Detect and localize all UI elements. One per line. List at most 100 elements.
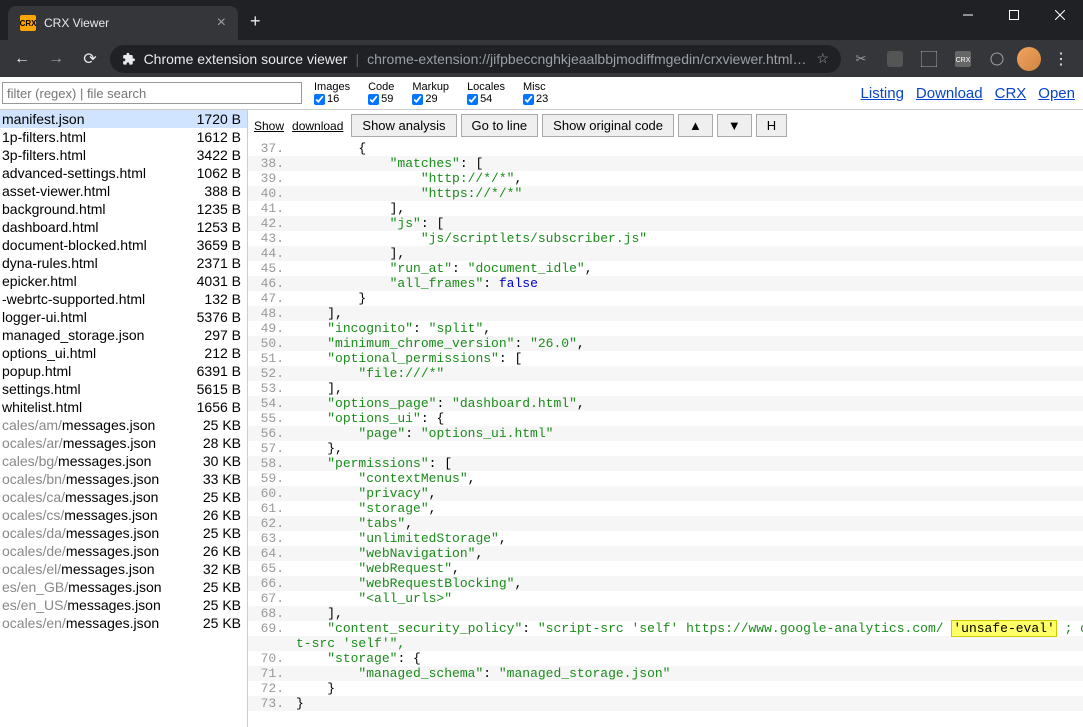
h-button[interactable]: H bbox=[756, 114, 787, 137]
browser-menu-button[interactable]: ⋮ bbox=[1047, 49, 1075, 69]
line-number: 63. bbox=[248, 531, 292, 546]
file-name: document-blocked.html bbox=[2, 237, 147, 253]
omnibox[interactable]: Chrome extension source viewer | chrome-… bbox=[110, 45, 841, 73]
file-list[interactable]: manifest.json1720 B1p-filters.html1612 B… bbox=[0, 110, 248, 727]
file-size: 5376 B bbox=[197, 309, 241, 325]
file-row[interactable]: asset-viewer.html388 B bbox=[0, 182, 247, 200]
line-number: 49. bbox=[248, 321, 292, 336]
file-name: cales/am/messages.json bbox=[2, 417, 155, 433]
extension-button-5[interactable] bbox=[983, 45, 1011, 73]
file-row[interactable]: ocales/cs/messages.json26 KB bbox=[0, 506, 247, 524]
profile-avatar[interactable] bbox=[1017, 47, 1041, 71]
show-original-button[interactable]: Show original code bbox=[542, 114, 674, 137]
code-content: "https://*/*" bbox=[292, 186, 522, 201]
line-number: 52. bbox=[248, 366, 292, 381]
close-tab-icon[interactable]: × bbox=[217, 14, 226, 32]
listing-link[interactable]: Listing bbox=[861, 85, 904, 102]
show-link[interactable]: Show bbox=[254, 119, 284, 133]
download-file-link[interactable]: download bbox=[292, 119, 343, 133]
browser-toolbar: ← → ⟳ Chrome extension source viewer | c… bbox=[0, 40, 1083, 77]
file-row[interactable]: whitelist.html1656 B bbox=[0, 398, 247, 416]
file-row[interactable]: 1p-filters.html1612 B bbox=[0, 128, 247, 146]
file-row[interactable]: ocales/de/messages.json26 KB bbox=[0, 542, 247, 560]
file-name: es/en_GB/messages.json bbox=[2, 579, 162, 595]
checkbox-code[interactable] bbox=[368, 94, 379, 105]
file-size: 297 B bbox=[204, 327, 241, 343]
file-row[interactable]: cales/bg/messages.json30 KB bbox=[0, 452, 247, 470]
code-line: 56. "page": "options_ui.html" bbox=[248, 426, 1083, 441]
file-row[interactable]: ocales/en/messages.json25 KB bbox=[0, 614, 247, 632]
code-line: 60. "privacy", bbox=[248, 486, 1083, 501]
file-row[interactable]: -webrtc-supported.html132 B bbox=[0, 290, 247, 308]
extension-button-2[interactable] bbox=[881, 45, 909, 73]
extension-button-1[interactable]: ✂ bbox=[847, 45, 875, 73]
back-button[interactable]: ← bbox=[8, 45, 36, 73]
file-size: 33 KB bbox=[203, 471, 241, 487]
code-area[interactable]: 37. {38. "matches": [39. "http://*/*",40… bbox=[248, 141, 1083, 727]
file-row[interactable]: epicker.html4031 B bbox=[0, 272, 247, 290]
file-name: manifest.json bbox=[2, 111, 84, 127]
omnibox-title: Chrome extension source viewer bbox=[144, 51, 348, 67]
file-size: 1062 B bbox=[197, 165, 241, 181]
checkbox-markup[interactable] bbox=[412, 94, 423, 105]
checkbox-locales[interactable] bbox=[467, 94, 478, 105]
browser-tab[interactable]: CRX CRX Viewer × bbox=[8, 6, 238, 40]
file-row[interactable]: es/en_GB/messages.json25 KB bbox=[0, 578, 247, 596]
file-name: ocales/da/messages.json bbox=[2, 525, 159, 541]
search-input[interactable] bbox=[2, 82, 302, 104]
file-size: 388 B bbox=[204, 183, 241, 199]
line-number: 41. bbox=[248, 201, 292, 216]
file-row[interactable]: background.html1235 B bbox=[0, 200, 247, 218]
line-number: 54. bbox=[248, 396, 292, 411]
download-link[interactable]: Download bbox=[916, 85, 983, 102]
file-row[interactable]: ocales/ca/messages.json25 KB bbox=[0, 488, 247, 506]
file-row[interactable]: popup.html6391 B bbox=[0, 362, 247, 380]
file-row[interactable]: cales/am/messages.json25 KB bbox=[0, 416, 247, 434]
checkbox-images[interactable] bbox=[314, 94, 325, 105]
code-line: 69. "content_security_policy": "script-s… bbox=[248, 621, 1083, 636]
file-row[interactable]: document-blocked.html3659 B bbox=[0, 236, 247, 254]
code-content: "all_frames": false bbox=[292, 276, 538, 291]
close-window-button[interactable] bbox=[1037, 0, 1083, 30]
file-row[interactable]: logger-ui.html5376 B bbox=[0, 308, 247, 326]
count-misc: Misc 23 bbox=[523, 81, 548, 105]
file-row[interactable]: options_ui.html212 B bbox=[0, 344, 247, 362]
code-line: 52. "file:///*" bbox=[248, 366, 1083, 381]
code-line: 68. ], bbox=[248, 606, 1083, 621]
star-icon[interactable]: ☆ bbox=[816, 50, 829, 67]
file-row[interactable]: settings.html5615 B bbox=[0, 380, 247, 398]
line-number: 42. bbox=[248, 216, 292, 231]
file-row[interactable]: es/en_US/messages.json25 KB bbox=[0, 596, 247, 614]
code-line: 45. "run_at": "document_idle", bbox=[248, 261, 1083, 276]
minimize-button[interactable] bbox=[945, 0, 991, 30]
open-link[interactable]: Open bbox=[1038, 85, 1075, 102]
extension-button-3[interactable] bbox=[915, 45, 943, 73]
new-tab-button[interactable]: + bbox=[250, 11, 261, 32]
scroll-down-button[interactable]: ▼ bbox=[717, 114, 752, 137]
file-row[interactable]: manifest.json1720 B bbox=[0, 110, 247, 128]
extension-button-4[interactable]: CRX bbox=[949, 45, 977, 73]
file-row[interactable]: ocales/ar/messages.json28 KB bbox=[0, 434, 247, 452]
code-line: 47. } bbox=[248, 291, 1083, 306]
file-row[interactable]: dashboard.html1253 B bbox=[0, 218, 247, 236]
file-row[interactable]: managed_storage.json297 B bbox=[0, 326, 247, 344]
maximize-button[interactable] bbox=[991, 0, 1037, 30]
file-name: dashboard.html bbox=[2, 219, 99, 235]
reload-button[interactable]: ⟳ bbox=[76, 45, 104, 73]
file-row[interactable]: ocales/da/messages.json25 KB bbox=[0, 524, 247, 542]
file-row[interactable]: dyna-rules.html2371 B bbox=[0, 254, 247, 272]
file-row[interactable]: ocales/el/messages.json32 KB bbox=[0, 560, 247, 578]
file-size: 1656 B bbox=[197, 399, 241, 415]
scroll-up-button[interactable]: ▲ bbox=[678, 114, 713, 137]
checkbox-misc[interactable] bbox=[523, 94, 534, 105]
file-row[interactable]: advanced-settings.html1062 B bbox=[0, 164, 247, 182]
go-to-line-button[interactable]: Go to line bbox=[461, 114, 539, 137]
crx-link[interactable]: CRX bbox=[995, 85, 1027, 102]
forward-button[interactable]: → bbox=[42, 45, 70, 73]
code-content: "page": "options_ui.html" bbox=[292, 426, 553, 441]
file-row[interactable]: 3p-filters.html3422 B bbox=[0, 146, 247, 164]
show-analysis-button[interactable]: Show analysis bbox=[351, 114, 456, 137]
top-panel: Images 16 Code 59 Markup 29 Locales 54 M… bbox=[0, 77, 1083, 110]
file-row[interactable]: ocales/bn/messages.json33 KB bbox=[0, 470, 247, 488]
file-size: 5615 B bbox=[197, 381, 241, 397]
